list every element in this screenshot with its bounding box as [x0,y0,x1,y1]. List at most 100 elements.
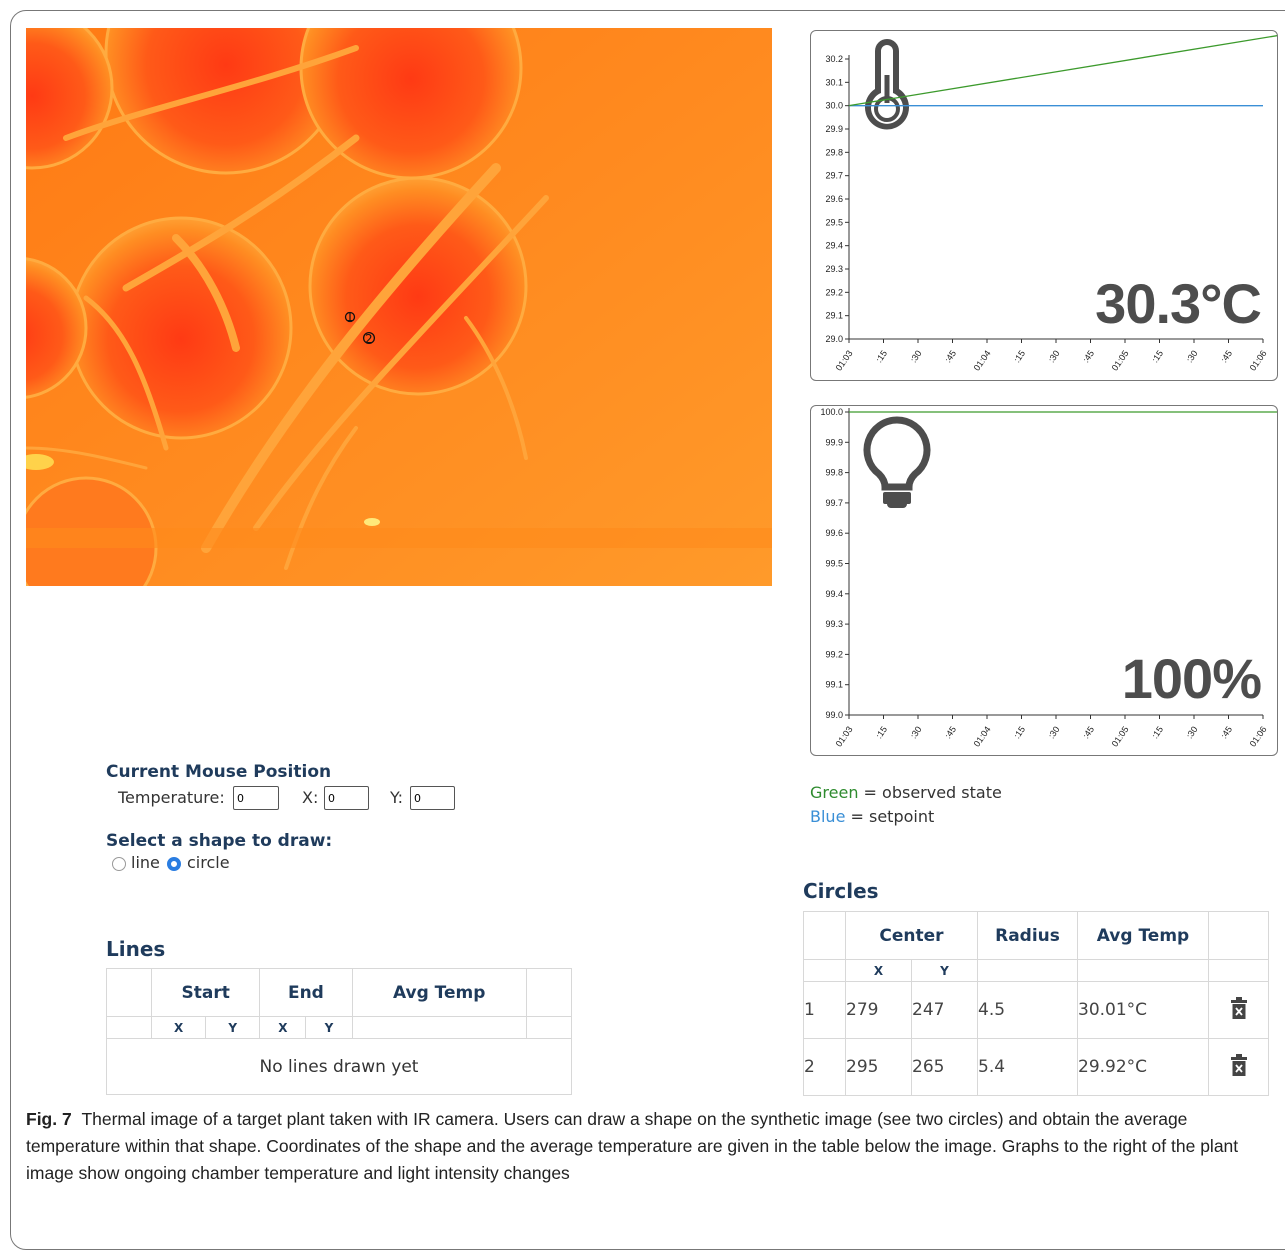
temperature-x-tick-label: :45 [1219,348,1234,364]
light-y-tick-label: 99.6 [825,528,843,538]
table-row: 1 279 247 4.5 30.01°C [803,981,1269,1039]
light-x-tick-label: 01:03 [834,724,855,748]
marker-label-1: 1 [346,310,354,324]
light-x-tick-label: 01:06 [1248,724,1269,748]
light-x-tick-label: :45 [1081,724,1096,740]
temperature-y-tick-label: 29.2 [825,287,843,297]
light-y-tick-label: 99.9 [825,437,843,447]
circle-avg-temp: 30.01°C [1077,981,1209,1039]
temperature-label: Temperature: [118,788,225,807]
table-row: 2 295 265 5.4 29.92°C [803,1038,1269,1096]
circle-index: 2 [803,1038,846,1096]
temperature-y-tick-label: 29.4 [825,241,843,251]
circles-sub-empty [977,959,1078,982]
light-y-tick-label: 99.7 [825,498,843,508]
x-label: X: [302,788,319,807]
circles-index-header [803,911,846,960]
drawn-circle-1[interactable]: 1 [344,310,356,324]
light-x-tick-label: 01:05 [1110,724,1131,748]
circles-sub-empty [803,959,846,982]
light-y-tick-label: 99.4 [825,589,843,599]
y-input[interactable] [410,786,455,810]
caption-label: Fig. 7 [26,1109,72,1129]
temperature-y-tick-label: 30.2 [825,54,843,64]
trash-icon[interactable] [1230,996,1247,1019]
thermometer-icon [865,39,909,130]
legend-setpoint: Blue = setpoint [810,805,1002,829]
temperature-input[interactable] [233,786,279,810]
temperature-x-tick-label: 01:06 [1248,348,1269,372]
temperature-y-tick-label: 29.5 [825,217,843,227]
circle-center-x: 295 [845,1038,912,1096]
lines-sub-empty [105,1016,153,1039]
lines-avg-temp-header: Avg Temp [351,968,527,1017]
circles-center-y-header: Y [911,959,978,982]
temperature-x-tick-label: :15 [1150,348,1165,364]
x-input[interactable] [324,786,369,810]
light-x-tick-label: :30 [1184,724,1199,740]
light-reading: 100% [1121,647,1262,710]
light-x-tick-label: :15 [1150,724,1165,740]
chart-legend: Green = observed state Blue = setpoint [810,781,1002,829]
legend-green-word: Green [810,783,859,802]
circle-radius: 5.4 [977,1038,1078,1096]
lines-empty-message: No lines drawn yet [106,1038,572,1095]
circles-avg-temp-header: Avg Temp [1077,911,1209,960]
light-y-tick-label: 99.0 [825,710,843,720]
circles-table: Center Radius Avg Temp X Y 1 279 247 4.5… [803,911,1269,1096]
legend-blue-text: = setpoint [845,807,935,826]
temperature-y-tick-label: 30.1 [825,77,843,87]
lines-sub-empty [351,1016,527,1039]
lines-end-x-header: X [259,1016,307,1039]
circles-center-x-header: X [845,959,912,982]
circle-radio[interactable] [167,857,181,871]
delete-circle-button[interactable] [1208,981,1269,1039]
circles-radius-header: Radius [977,911,1078,960]
trash-icon[interactable] [1230,1053,1247,1076]
y-label: Y: [390,788,404,807]
thermal-image-canvas[interactable]: 1 2 [26,28,772,586]
lightbulb-icon [863,416,931,508]
circle-radio-label[interactable]: circle [187,853,230,872]
thermal-image[interactable]: 1 2 [26,28,772,586]
light-y-tick-label: 99.2 [825,649,843,659]
temperature-y-tick-label: 29.9 [825,124,843,134]
light-y-tick-label: 100.0 [820,407,843,417]
temperature-x-tick-label: :30 [908,348,923,364]
lines-sub-empty [525,1016,573,1039]
circle-radius: 4.5 [977,981,1078,1039]
lines-end-y-header: Y [305,1016,353,1039]
circle-center-x: 279 [845,981,912,1039]
shape-select-title: Select a shape to draw: [106,831,333,851]
delete-circle-button[interactable] [1208,1038,1269,1096]
lines-start-x-header: X [151,1016,207,1039]
line-radio-label[interactable]: line [131,853,160,872]
circle-avg-temp: 29.92°C [1077,1038,1209,1096]
legend-blue-word: Blue [810,807,846,826]
circles-center-header: Center [845,911,978,960]
mouse-position-title: Current Mouse Position [106,762,332,782]
lines-title: Lines [106,937,166,961]
light-y-tick-label: 99.1 [825,680,843,690]
lines-index-header [105,968,153,1017]
light-x-tick-label: :15 [874,724,889,740]
light-x-tick-label: :15 [1012,724,1027,740]
lines-action-header [525,968,573,1017]
light-x-tick-label: 01:04 [972,724,993,748]
temperature-x-tick-label: :30 [1046,348,1061,364]
circles-sub-empty [1077,959,1209,982]
temperature-y-tick-label: 29.1 [825,311,843,321]
legend-green-text: = observed state [858,783,1002,802]
temperature-x-tick-label: 01:03 [834,348,855,372]
temperature-x-tick-label: :30 [1184,348,1199,364]
lines-end-header: End [259,968,353,1017]
temperature-x-tick-label: :15 [1012,348,1027,364]
line-radio[interactable] [112,857,126,871]
legend-observed: Green = observed state [810,781,1002,805]
temperature-x-tick-label: :45 [943,348,958,364]
circle-center-y: 265 [911,1038,978,1096]
hot-spot [364,518,380,526]
temperature-y-tick-label: 29.3 [825,264,843,274]
light-y-tick-label: 99.3 [825,619,843,629]
circles-sub-empty [1208,959,1269,982]
